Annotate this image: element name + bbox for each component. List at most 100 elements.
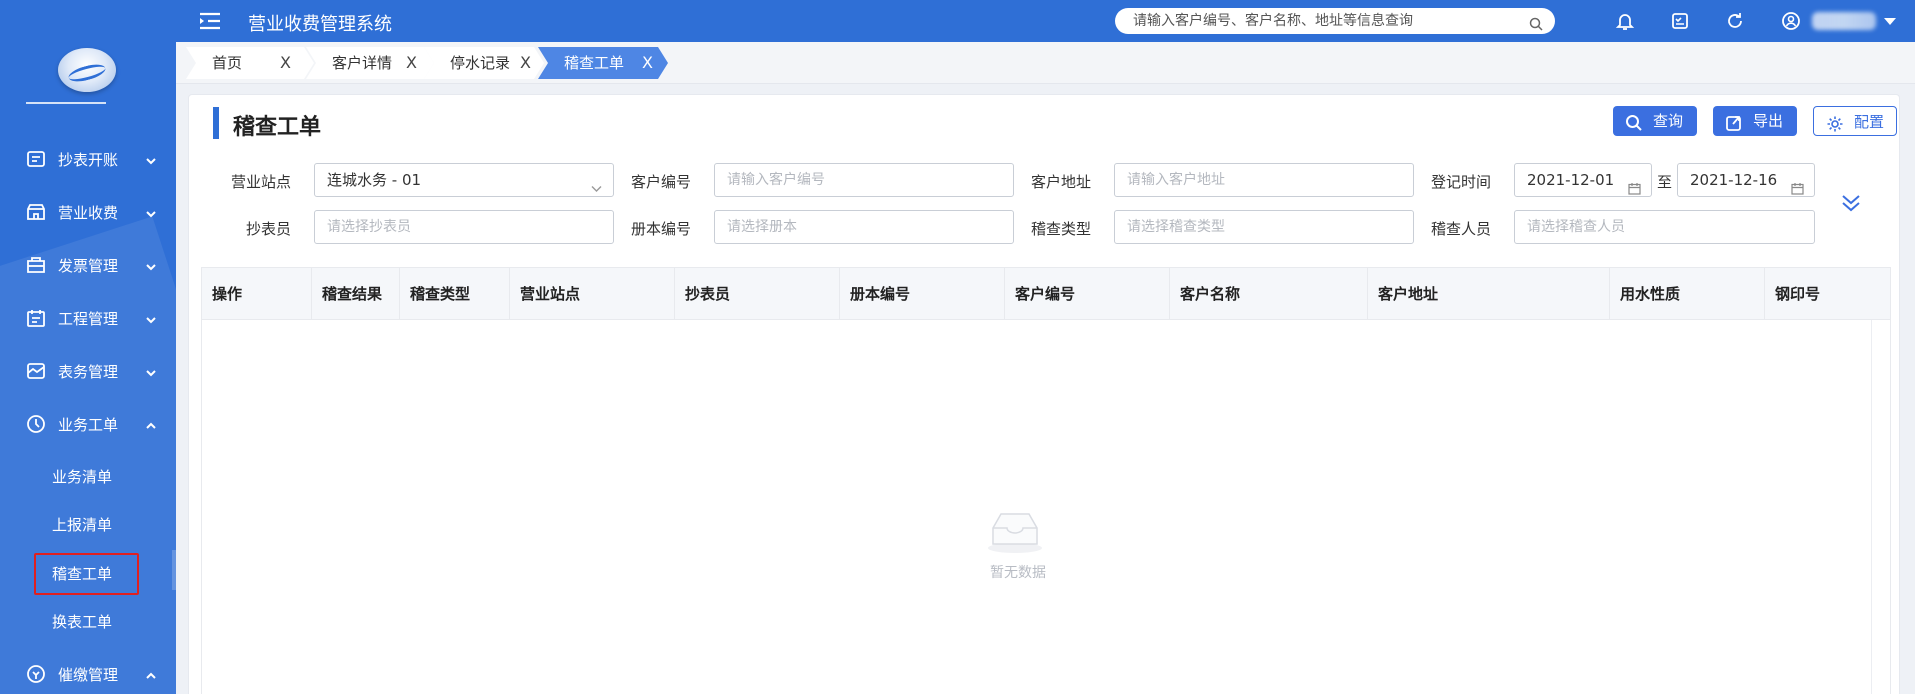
- tab-label: 客户详情: [332, 54, 393, 72]
- sidebar-item-meter-management[interactable]: 表务管理: [0, 351, 176, 391]
- address-label: 客户地址: [1030, 173, 1091, 191]
- query-button-label: 查询: [1653, 112, 1684, 130]
- topbar: 营业收费管理系统 请输入客户编号、客户名称、地址等信息查询: [176, 0, 1915, 42]
- export-button-label: 导出: [1753, 112, 1784, 130]
- sidebar-item-label: 业务工单: [58, 415, 119, 434]
- reg-time-label: 登记时间: [1430, 173, 1491, 191]
- book-no-label: 册本编号: [630, 220, 691, 238]
- bell-icon[interactable]: [1614, 10, 1636, 32]
- tab-label: 稽查工单: [564, 54, 625, 72]
- config-button[interactable]: 配置: [1813, 106, 1897, 136]
- query-button[interactable]: 查询: [1613, 106, 1697, 136]
- table-scroll-edge: [1871, 320, 1872, 694]
- highlight-box: [34, 553, 139, 595]
- company-logo: [58, 48, 116, 92]
- column-header[interactable]: 操作: [202, 268, 312, 320]
- chevron-up-icon: [145, 418, 157, 430]
- caret-down-icon[interactable]: [1884, 18, 1896, 25]
- column-header[interactable]: 客户名称: [1170, 268, 1368, 320]
- empty-inbox-icon: [985, 508, 1045, 554]
- gauge-icon: [25, 360, 47, 382]
- reg-time-to-input[interactable]: 2021-12-16: [1677, 163, 1815, 197]
- customer-no-label: 客户编号: [630, 173, 691, 191]
- sidebar-subitem-meter-replace-workorder[interactable]: 换表工单: [52, 611, 112, 632]
- date-range-separator: 至: [1657, 173, 1673, 191]
- gear-icon: [1826, 113, 1844, 132]
- tab-close-button[interactable]: X: [406, 47, 417, 79]
- station-select[interactable]: 连城水务 - 01: [314, 163, 614, 197]
- active-indicator: [172, 550, 176, 590]
- customer-no-input[interactable]: 请输入客户编号: [714, 163, 1014, 197]
- empty-text: 暂无数据: [990, 565, 1046, 581]
- export-icon: [1725, 112, 1743, 131]
- global-search-input[interactable]: 请输入客户编号、客户名称、地址等信息查询: [1115, 8, 1555, 34]
- meter-icon: [25, 148, 47, 170]
- project-icon: [25, 307, 47, 329]
- config-button-label: 配置: [1854, 113, 1885, 131]
- column-header[interactable]: 钢印号: [1765, 268, 1890, 320]
- workorder-icon: [25, 413, 47, 435]
- tab-close-button[interactable]: X: [642, 47, 653, 79]
- export-button[interactable]: 导出: [1713, 106, 1797, 136]
- tab-bar: 首页 X 客户详情 X 停水记录 X 稽查工单 X: [176, 42, 1915, 84]
- tab-close-button[interactable]: X: [520, 47, 531, 79]
- column-header[interactable]: 册本编号: [840, 268, 1005, 320]
- tab-inspection-workorder[interactable]: 稽查工单 X: [538, 47, 668, 79]
- sidebar-item-dunning[interactable]: 催缴管理: [0, 654, 176, 694]
- check-type-select[interactable]: 请选择稽查类型: [1114, 210, 1414, 244]
- column-header[interactable]: 客户地址: [1368, 268, 1610, 320]
- task-list-icon[interactable]: [1669, 10, 1691, 32]
- reader-label: 抄表员: [245, 220, 291, 238]
- user-icon[interactable]: [1780, 10, 1802, 32]
- app-title: 营业收费管理系统: [248, 14, 392, 35]
- station-label: 营业站点: [230, 173, 291, 191]
- chevron-down-icon: [145, 259, 157, 271]
- dunning-icon: [25, 663, 47, 685]
- sidebar-item-business-charge[interactable]: 营业收费: [0, 192, 176, 232]
- sidebar-item-project[interactable]: 工程管理: [0, 298, 176, 338]
- sidebar-item-label: 营业收费: [58, 203, 119, 222]
- menu-fold-icon[interactable]: [200, 12, 220, 30]
- chevron-down-icon: [145, 365, 157, 377]
- sidebar-item-label: 催缴管理: [58, 665, 119, 684]
- column-header[interactable]: 稽查结果: [312, 268, 400, 320]
- sidebar: 抄表开账 营业收费 发票管理 工程管理 表务管理 业务工单 业务清单 上报清单 …: [0, 0, 176, 694]
- tab-customer-detail[interactable]: 客户详情 X: [306, 47, 434, 79]
- column-header[interactable]: 抄表员: [675, 268, 840, 320]
- page-title: 稽查工单: [233, 115, 322, 140]
- inspector-select[interactable]: 请选择稽查人员: [1514, 210, 1815, 244]
- sidebar-item-workorder[interactable]: 业务工单: [0, 404, 176, 444]
- table-header: 操作 稽查结果 稽查类型 营业站点 抄表员 册本编号 客户编号 客户名称 客户地…: [202, 268, 1890, 320]
- store-icon: [25, 201, 47, 223]
- title-accent-bar: [213, 107, 219, 139]
- chevron-up-icon: [145, 668, 157, 680]
- column-header[interactable]: 客户编号: [1005, 268, 1170, 320]
- sidebar-item-label: 表务管理: [58, 362, 119, 381]
- sidebar-item-invoice[interactable]: 发票管理: [0, 245, 176, 285]
- search-icon[interactable]: [1529, 14, 1543, 31]
- user-name-blurred[interactable]: [1812, 12, 1876, 30]
- date-to-value: 2021-12-16: [1690, 171, 1778, 189]
- invoice-icon: [25, 254, 47, 276]
- sidebar-item-label: 抄表开账: [58, 150, 119, 169]
- sidebar-item-clipped[interactable]: [26, 98, 126, 110]
- sidebar-subitem-business-list[interactable]: 业务清单: [52, 466, 112, 487]
- station-value: 连城水务 - 01: [327, 171, 422, 189]
- address-input[interactable]: 请输入客户地址: [1114, 163, 1414, 197]
- chevron-down-icon: [145, 206, 157, 218]
- expand-filters-icon[interactable]: [1839, 191, 1863, 215]
- column-header[interactable]: 稽查类型: [400, 268, 510, 320]
- sidebar-item-meter-billing[interactable]: 抄表开账: [0, 139, 176, 179]
- tab-home[interactable]: 首页 X: [186, 47, 314, 79]
- reg-time-from-input[interactable]: 2021-12-01: [1514, 163, 1652, 197]
- tab-water-stop-record[interactable]: 停水记录 X: [424, 47, 544, 79]
- sidebar-subitem-report-list[interactable]: 上报清单: [52, 514, 112, 535]
- chevron-down-icon: [145, 312, 157, 324]
- reader-select[interactable]: 请选择抄表员: [314, 210, 614, 244]
- refresh-icon[interactable]: [1724, 10, 1746, 32]
- inspector-label: 稽查人员: [1430, 220, 1491, 238]
- book-no-select[interactable]: 请选择册本: [714, 210, 1014, 244]
- tab-close-button[interactable]: X: [280, 47, 291, 79]
- column-header[interactable]: 用水性质: [1610, 268, 1765, 320]
- column-header[interactable]: 营业站点: [510, 268, 675, 320]
